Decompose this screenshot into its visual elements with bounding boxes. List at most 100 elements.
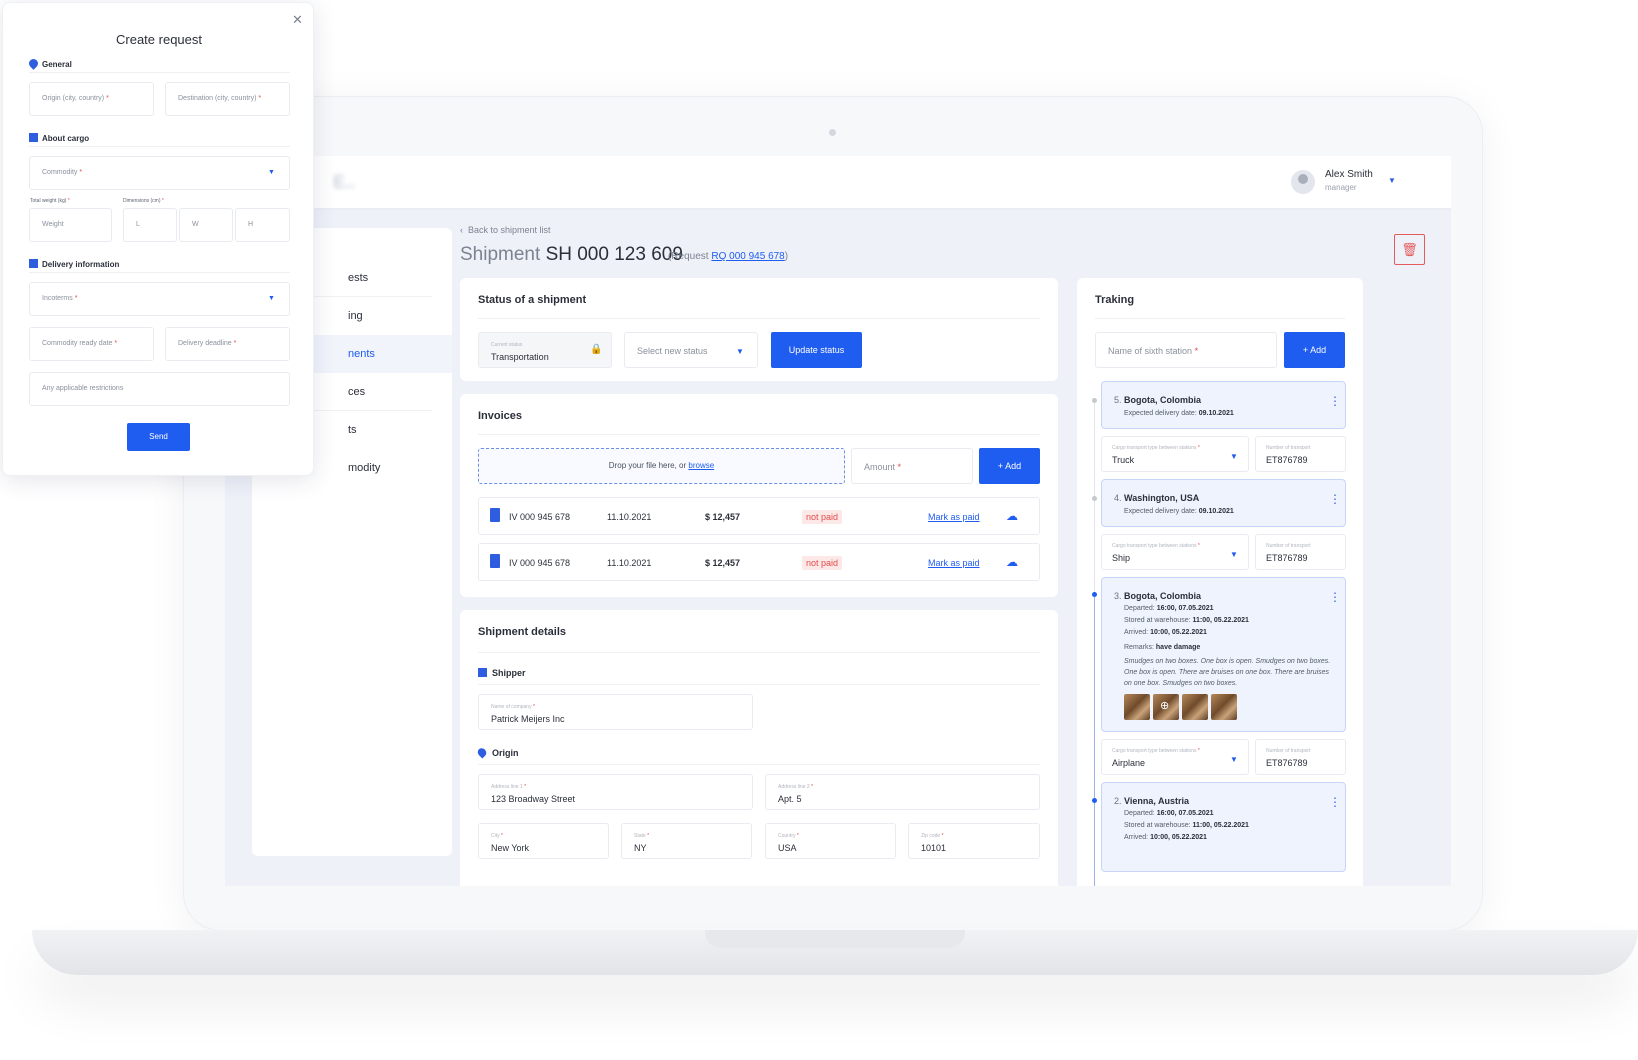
ready-date-input[interactable]: Commodity ready date * [29,327,154,361]
length-input[interactable]: L [123,208,177,242]
more-icon[interactable]: ⋮ [1329,590,1341,604]
status-title: Status of a shipment [478,294,587,306]
damage-photo[interactable] [1182,694,1208,720]
zip-label: Zip code * [921,833,944,839]
damage-photo[interactable] [1124,694,1150,720]
divider [478,684,1040,685]
address2-field[interactable]: Address line 2 * Apt. 5 [765,774,1040,810]
station-expected: Expected delivery date: 09.10.2021 [1124,508,1234,515]
timeline-dot [1092,798,1097,803]
station-stored: Stored at warehouse: 11:00, 05.22.2021 [1124,822,1249,829]
browse-link[interactable]: browse [688,461,714,470]
city-field[interactable]: City * New York [478,823,609,859]
incoterms-select[interactable]: Incoterms * ▼ [29,282,290,316]
destination-input[interactable]: Destination (city, country) * [165,82,290,116]
status-select-placeholder: Select new status [637,346,708,356]
table-row: IV 000 945 678 11.10.2021 $ 12,457 not p… [478,543,1040,581]
weight-input[interactable]: Weight [29,208,112,242]
station-card[interactable]: 2. Vienna, Austria Departed: 16:00, 07.0… [1101,782,1346,872]
zoom-icon: ⊕ [1160,700,1170,712]
width-input[interactable]: W [179,208,233,242]
station-card[interactable]: 3. Bogota, Colombia Departed: 16:00, 07.… [1101,577,1346,732]
deadline-placeholder: Delivery deadline * [178,340,237,347]
delivery-section: Delivery information [29,259,119,269]
company-field[interactable]: Name of company * Patrick Meijers Inc [478,694,753,730]
cloud-download-icon[interactable]: ☁ [1006,509,1022,523]
address2-label: Address line 2 * [778,784,814,790]
divider [29,146,290,147]
transport-number-label: Number of transport [1266,543,1311,549]
transport-label: Cargo transport type between stations * [1112,445,1200,451]
invoice-id: IV 000 945 678 [509,558,571,568]
title-prefix: Shipment [460,244,541,265]
chevron-down-icon: ▼ [1230,452,1238,461]
general-section: General [27,57,72,70]
transport-number-field[interactable]: Number of transport ET876789 [1255,739,1346,775]
ready-date-placeholder: Commodity ready date * [42,340,118,347]
avatar[interactable] [1291,170,1315,194]
chevron-down-icon: ▼ [268,295,275,302]
station-card[interactable]: 4. Washington, USA Expected delivery dat… [1101,479,1346,527]
station-name: 5. Bogota, Colombia [1114,395,1202,405]
request-link[interactable]: RQ 000 945 678 [711,251,784,262]
invoice-date: 11.10.2021 [607,558,652,568]
add-invoice-button[interactable]: + Add [979,448,1040,484]
origin-input[interactable]: Origin (city, country) * [29,82,154,116]
transport-number-field[interactable]: Number of transport ET876789 [1255,534,1346,570]
box-icon [29,133,38,142]
chevron-down-icon: ▼ [268,169,275,176]
transport-type-select[interactable]: Cargo transport type between stations * … [1101,436,1249,472]
address1-field[interactable]: Address line 1 * 123 Broadway Street [478,774,753,810]
deadline-input[interactable]: Delivery deadline * [165,327,290,361]
tracking-title: Traking [1095,294,1135,306]
state-value: NY [634,843,647,853]
transport-type-select[interactable]: Cargo transport type between stations * … [1101,534,1249,570]
mark-as-paid-link[interactable]: Mark as paid [928,558,980,568]
restrictions-input[interactable]: Any applicable restrictions [29,372,290,406]
mark-as-paid-link[interactable]: Mark as paid [928,512,980,522]
more-icon[interactable]: ⋮ [1329,795,1341,809]
transport-number-label: Number of transport [1266,748,1311,754]
add-station-button[interactable]: + Add [1284,332,1345,368]
status-select[interactable]: Select new status ▼ [624,332,758,368]
close-icon[interactable]: ✕ [292,12,303,28]
user-name: Alex Smith [1325,169,1373,180]
chevron-down-icon[interactable]: ▼ [1388,176,1396,185]
zip-field[interactable]: Zip code * 10101 [908,823,1040,859]
delete-button[interactable]: 🗑 [1394,234,1425,265]
country-value: USA [778,843,797,853]
laptop-notch [705,930,965,948]
restrictions-placeholder: Any applicable restrictions [42,385,124,392]
send-button[interactable]: Send [127,423,190,451]
more-icon[interactable]: ⋮ [1329,492,1341,506]
app-screen: E.. Alex Smith manager ▼ ests ing nents … [225,156,1451,886]
transport-type-select[interactable]: Cargo transport type between stations * … [1101,739,1249,775]
state-field[interactable]: State * NY [621,823,752,859]
request-prefix: (Request [668,251,709,262]
transport-number-value: ET876789 [1266,455,1308,465]
request-ref: (Request RQ 000 945 678) [668,251,788,262]
transport-number-field[interactable]: Number of transport ET876789 [1255,436,1346,472]
incoterms-placeholder: Incoterms * [42,295,78,302]
station-name: 3. Bogota, Colombia [1114,591,1202,601]
height-input[interactable]: H [235,208,290,242]
location-pin-icon [475,746,489,759]
country-field[interactable]: Country * USA [765,823,896,859]
damage-photo[interactable]: ⊕ [1153,694,1179,720]
amount-input[interactable]: Amount * [851,448,973,484]
state-label: State * [634,833,650,839]
more-icon[interactable]: ⋮ [1329,394,1341,408]
station-name-input[interactable]: Name of sixth station * [1095,332,1277,368]
damage-photo[interactable] [1211,694,1237,720]
transport-label: Cargo transport type between stations * [1112,543,1200,549]
file-dropzone[interactable]: Drop your file here, or browse [478,448,845,484]
status-badge: not paid [802,510,843,524]
dimensions-label: Dimensions (cm) * [123,198,164,204]
commodity-select[interactable]: Commodity * ▼ [29,156,290,190]
back-link[interactable]: ‹ Back to shipment list [460,225,551,235]
cloud-download-icon[interactable]: ☁ [1006,555,1022,569]
station-card[interactable]: 5. Bogota, Colombia Expected delivery da… [1101,381,1346,429]
weight-label: Total weight (kg) * [30,198,70,204]
width-placeholder: W [192,221,199,228]
update-status-button[interactable]: Update status [771,332,862,368]
